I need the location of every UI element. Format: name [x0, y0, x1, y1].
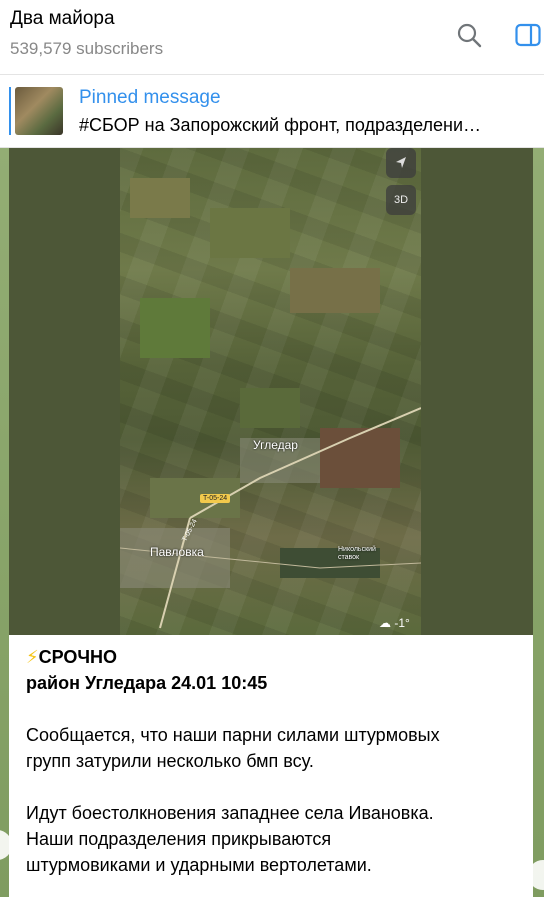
pinned-text: #СБОР на Запорожский фронт, подразделени…: [79, 115, 482, 135]
cloud-icon: ☁: [379, 616, 391, 630]
sidebar-toggle-icon[interactable]: [515, 22, 541, 48]
subscriber-count: 539,579 subscribers: [10, 39, 164, 58]
temperature: -1°: [394, 616, 410, 630]
location-arrow-icon: [396, 157, 406, 168]
post-paragraph-line: Сообщается, что наши парни силами штурмо…: [26, 725, 440, 745]
pinned-thumbnail: [15, 87, 63, 135]
3d-button[interactable]: 3D: [386, 185, 416, 215]
urgent-header: ⚡СРОЧНО: [26, 644, 117, 670]
pinned-label: Pinned message: [79, 87, 221, 108]
map-label-reservoir: Никольский ставок: [338, 546, 376, 561]
chat-header[interactable]: Два майора 539,579 subscribers: [0, 0, 544, 75]
pinned-message-bar[interactable]: Pinned message #СБОР на Запорожский фрон…: [0, 75, 544, 148]
pinned-indicator: [9, 87, 11, 135]
map-label-pavlovka: Павловка: [150, 545, 204, 559]
map-label-ugledar: Угледар: [253, 438, 298, 452]
post-paragraph-line: Наши подразделения прикрываются: [26, 829, 332, 849]
map-image[interactable]: Угледар Павловка Никольский ставок T-05-…: [9, 148, 533, 635]
search-icon[interactable]: [456, 22, 482, 48]
post-paragraph-line: групп затурили несколько бмп всу.: [26, 751, 314, 771]
urgent-text: СРОЧНО: [38, 647, 118, 667]
road-sign: T-05-24: [200, 494, 231, 503]
channel-title[interactable]: Два майора: [10, 8, 115, 30]
post-subtitle: район Угледара 24.01 10:45: [26, 673, 268, 693]
post-paragraph-line: Идут боестолкновения западнее села Ивано…: [26, 803, 434, 823]
message-bubble: Угледар Павловка Никольский ставок T-05-…: [9, 148, 533, 897]
post-paragraph-line: штурмовиками и ударными вертолетами.: [26, 855, 372, 875]
weather-badge: ☁ -1°: [379, 616, 410, 630]
satellite-map: Угледар Павловка Никольский ставок T-05-…: [120, 148, 421, 635]
lightning-icon: ⚡: [26, 647, 39, 667]
location-arrow-button[interactable]: [386, 148, 416, 178]
